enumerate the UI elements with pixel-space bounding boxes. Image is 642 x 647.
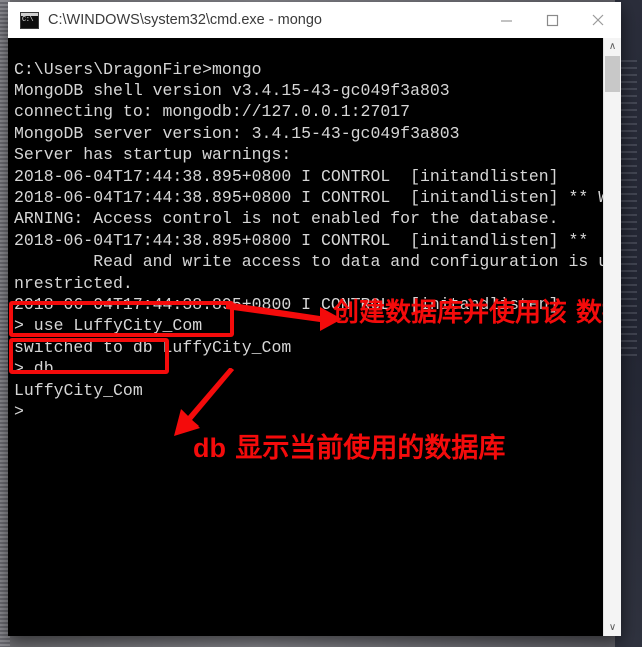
- scroll-down-icon[interactable]: ∨: [604, 619, 621, 636]
- console-scrollbar[interactable]: ∧ ∨: [603, 38, 621, 636]
- console-text: C:\Users\DragonFire>mongo MongoDB shell …: [14, 59, 608, 422]
- annotation-text-show-db: db 显示当前使用的数据库: [193, 426, 505, 465]
- close-button[interactable]: [575, 2, 621, 38]
- minimize-button[interactable]: [483, 2, 529, 38]
- maximize-button[interactable]: [529, 2, 575, 38]
- console-output-area[interactable]: C:\Users\DragonFire>mongo MongoDB shell …: [8, 38, 621, 636]
- annotation-db-description: 显示当前使用的数据库: [226, 433, 506, 464]
- annotation-db-keyword: db: [193, 433, 226, 463]
- close-icon: [592, 14, 604, 26]
- window-title: C:\WINDOWS\system32\cmd.exe - mongo: [48, 12, 322, 28]
- scrollbar-thumb[interactable]: [605, 56, 620, 92]
- cmd-icon-text: C:\: [22, 15, 34, 24]
- maximize-icon: [546, 14, 558, 26]
- minimize-icon: [500, 19, 512, 22]
- cmd-console-icon: C:\: [20, 11, 39, 29]
- cmd-window: C:\ C:\WINDOWS\system32\cmd.exe - mongo …: [8, 2, 621, 636]
- scroll-up-icon[interactable]: ∧: [604, 38, 621, 55]
- title-bar[interactable]: C:\ C:\WINDOWS\system32\cmd.exe - mongo: [8, 2, 621, 39]
